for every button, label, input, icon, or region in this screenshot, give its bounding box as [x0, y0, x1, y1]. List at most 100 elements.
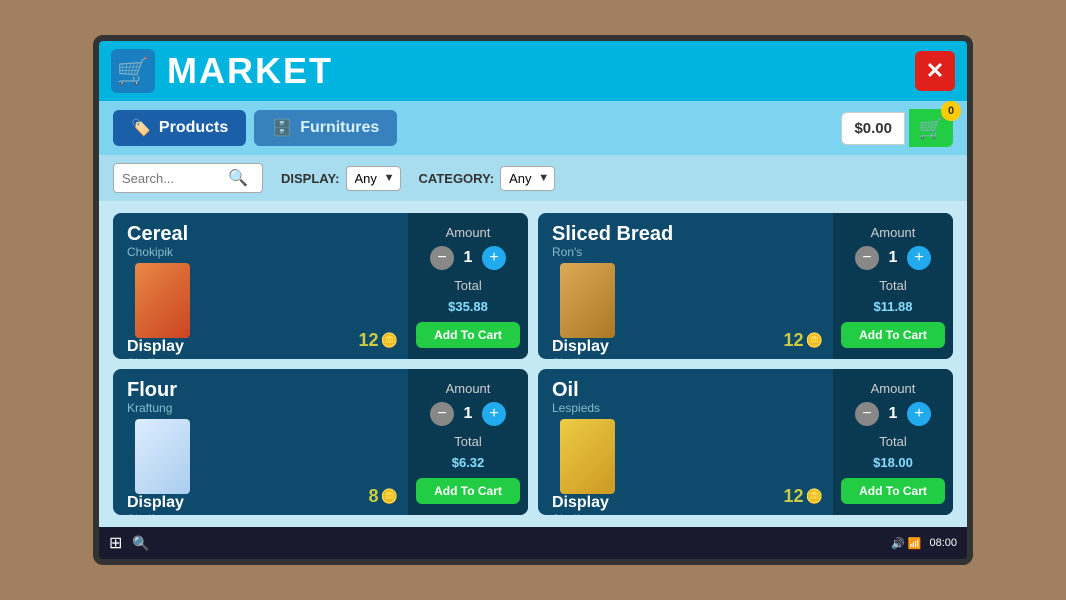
cart-area: $0.00 🛒 0	[841, 109, 953, 147]
qty-minus-oil[interactable]: −	[855, 402, 879, 426]
qty-plus-sliced-bread[interactable]: +	[907, 246, 931, 270]
total-value-sliced-bread: $11.88	[873, 299, 912, 314]
cart-price: $0.00	[841, 112, 905, 145]
title-bar-left: 🛒 MARKET	[111, 49, 333, 93]
qty-plus-flour[interactable]: +	[482, 402, 506, 426]
amount-label-oil: Amount	[871, 381, 916, 396]
stock-value-oil: 12	[784, 486, 804, 507]
qty-value-flour: 1	[460, 405, 476, 423]
app-title: MARKET	[167, 50, 333, 92]
taskbar-right: 🔊 📶 08:00	[891, 537, 957, 550]
product-controls-cereal: Amount − 1 + Total $35.88 Add To Cart	[408, 213, 528, 359]
qty-row-oil: − 1 +	[855, 402, 931, 426]
total-value-cereal: $35.88	[448, 299, 488, 314]
tab-products[interactable]: 🏷️ Products	[113, 110, 246, 146]
product-brand-oil: Lespieds	[552, 401, 823, 415]
nav-bar: 🏷️ Products 🗄️ Furnitures $0.00 🛒 0	[99, 101, 967, 155]
search-box: 🔍	[113, 163, 263, 193]
product-image-area-cereal	[127, 263, 197, 338]
product-card-cereal: Cereal Chokipik Display Shelf Unit Price…	[113, 213, 528, 359]
system-tray: 🔊 📶	[891, 537, 921, 550]
taskbar-search-icon[interactable]: 🔍	[132, 535, 149, 552]
stock-icon-oil: 🪙	[806, 488, 823, 505]
category-select-wrapper: Any ▼	[500, 166, 555, 191]
product-stock-sliced-bread: 12 🪙	[784, 330, 823, 351]
category-filter-group: CATEGORY: Any ▼	[419, 166, 556, 191]
qty-value-sliced-bread: 1	[885, 249, 901, 267]
qty-minus-sliced-bread[interactable]: −	[855, 246, 879, 270]
product-image-flour	[135, 419, 190, 494]
add-to-cart-oil[interactable]: Add To Cart	[841, 478, 945, 504]
product-controls-sliced-bread: Amount − 1 + Total $11.88 Add To Cart	[833, 213, 953, 359]
add-to-cart-cereal[interactable]: Add To Cart	[416, 322, 520, 348]
product-name-cereal: Cereal	[127, 223, 398, 245]
qty-plus-oil[interactable]: +	[907, 402, 931, 426]
product-brand-cereal: Chokipik	[127, 245, 398, 259]
product-image-area-sliced-bread	[552, 263, 622, 338]
product-card-sliced-bread: Sliced Bread Ron's Display Shelf Unit Pr…	[538, 213, 953, 359]
amount-label-flour: Amount	[446, 381, 491, 396]
product-stock-flour: 8 🪙	[369, 486, 398, 507]
taskbar-time: 08:00	[929, 537, 957, 549]
furnitures-tab-icon: 🗄️	[272, 118, 292, 138]
stock-value-cereal: 12	[359, 330, 379, 351]
tab-furnitures[interactable]: 🗄️ Furnitures	[254, 110, 397, 146]
product-image-oil	[560, 419, 615, 494]
product-image-sliced-bread	[560, 263, 615, 338]
display-filter-label: DISPLAY:	[281, 171, 340, 186]
basket-icon: 🛒	[111, 49, 155, 93]
product-display-sliced-bread: Display	[552, 338, 823, 356]
total-value-oil: $18.00	[873, 455, 913, 470]
product-card-flour: Flour Kraftung Display Shelf Unit Price …	[113, 369, 528, 515]
qty-row-flour: − 1 +	[430, 402, 506, 426]
total-label-oil: Total	[879, 434, 906, 449]
stock-value-sliced-bread: 12	[784, 330, 804, 351]
add-to-cart-flour[interactable]: Add To Cart	[416, 478, 520, 504]
qty-minus-cereal[interactable]: −	[430, 246, 454, 270]
total-label-sliced-bread: Total	[879, 278, 906, 293]
windows-icon[interactable]: ⊞	[109, 533, 122, 553]
category-filter-label: CATEGORY:	[419, 171, 495, 186]
products-grid: Cereal Chokipik Display Shelf Unit Price…	[99, 201, 967, 527]
product-display-type-flour: Shelf	[127, 512, 398, 515]
stock-icon-cereal: 🪙	[381, 332, 398, 349]
taskbar: ⊞ 🔍 🔊 📶 08:00	[99, 527, 967, 559]
nav-tabs: 🏷️ Products 🗄️ Furnitures	[113, 110, 397, 146]
product-info-flour: Flour Kraftung Display Shelf Unit Price …	[113, 369, 408, 515]
product-card-oil: Oil Lespieds Display Shelf Unit Price $1…	[538, 369, 953, 515]
total-value-flour: $6.32	[452, 455, 485, 470]
amount-label-cereal: Amount	[446, 225, 491, 240]
product-controls-flour: Amount − 1 + Total $6.32 Add To Cart	[408, 369, 528, 515]
title-bar: 🛒 MARKET ✕	[99, 41, 967, 101]
close-button[interactable]: ✕	[915, 51, 955, 91]
furnitures-tab-label: Furnitures	[300, 119, 379, 137]
total-label-flour: Total	[454, 434, 481, 449]
app-window: 🛒 MARKET ✕ 🏷️ Products 🗄️ Furnitures $0.…	[93, 35, 973, 565]
product-display-flour: Display	[127, 494, 398, 512]
product-image-area-flour	[127, 419, 197, 494]
qty-row-cereal: − 1 +	[430, 246, 506, 270]
qty-value-cereal: 1	[460, 249, 476, 267]
product-brand-sliced-bread: Ron's	[552, 245, 823, 259]
cart-button[interactable]: 🛒 0	[909, 109, 953, 147]
search-input[interactable]	[122, 171, 222, 186]
taskbar-left: ⊞ 🔍	[109, 533, 150, 553]
search-icon: 🔍	[228, 168, 248, 188]
product-image-cereal	[135, 263, 190, 338]
qty-plus-cereal[interactable]: +	[482, 246, 506, 270]
product-display-oil: Display	[552, 494, 823, 512]
display-select[interactable]: Any	[346, 166, 401, 191]
filter-bar: 🔍 DISPLAY: Any ▼ CATEGORY: Any ▼	[99, 155, 967, 201]
display-filter-group: DISPLAY: Any ▼	[281, 166, 401, 191]
product-name-sliced-bread: Sliced Bread	[552, 223, 823, 245]
product-display-type-sliced-bread: Shelf	[552, 356, 823, 359]
product-stock-cereal: 12 🪙	[359, 330, 398, 351]
category-select[interactable]: Any	[500, 166, 555, 191]
qty-minus-flour[interactable]: −	[430, 402, 454, 426]
product-image-area-oil	[552, 419, 622, 494]
product-name-oil: Oil	[552, 379, 823, 401]
total-label-cereal: Total	[454, 278, 481, 293]
qty-row-sliced-bread: − 1 +	[855, 246, 931, 270]
add-to-cart-sliced-bread[interactable]: Add To Cart	[841, 322, 945, 348]
amount-label-sliced-bread: Amount	[871, 225, 916, 240]
